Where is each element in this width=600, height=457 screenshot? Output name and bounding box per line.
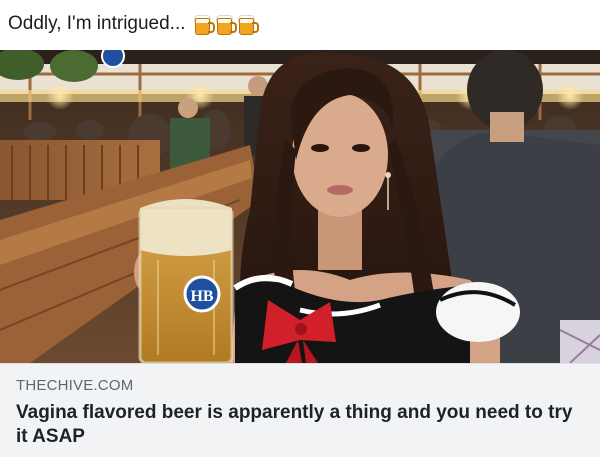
post-caption: Oddly, I'm intrigued... — [8, 6, 259, 42]
feed-post: Oddly, I'm intrigued... HB THECHIVE.COM … — [0, 0, 600, 457]
beer-mug-icon — [193, 14, 215, 35]
link-domain: THECHIVE.COM — [16, 377, 134, 394]
beer-mug-icon — [215, 14, 237, 35]
post-caption-text: Oddly, I'm intrigued... — [8, 13, 186, 34]
beer-hall-photo: HB — [0, 50, 600, 363]
mug-logo-text: HB — [190, 288, 213, 305]
emoji-row — [193, 14, 259, 35]
link-preview-image[interactable]: HB — [0, 50, 600, 363]
link-headline[interactable]: Vagina flavored beer is apparently a thi… — [16, 401, 586, 449]
link-preview-meta[interactable]: THECHIVE.COM Vagina flavored beer is app… — [0, 363, 600, 457]
beer-mug-icon — [237, 14, 259, 35]
